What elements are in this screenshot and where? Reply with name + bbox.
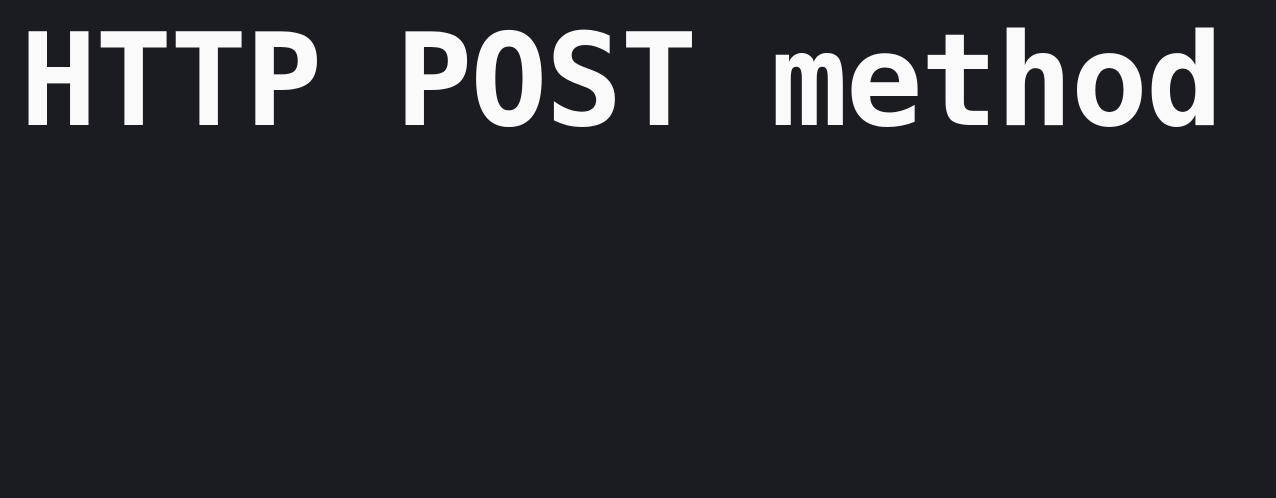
page-title: HTTP POST method: [20, 7, 1223, 156]
page-canvas: HTTP POST method: [0, 0, 1276, 498]
